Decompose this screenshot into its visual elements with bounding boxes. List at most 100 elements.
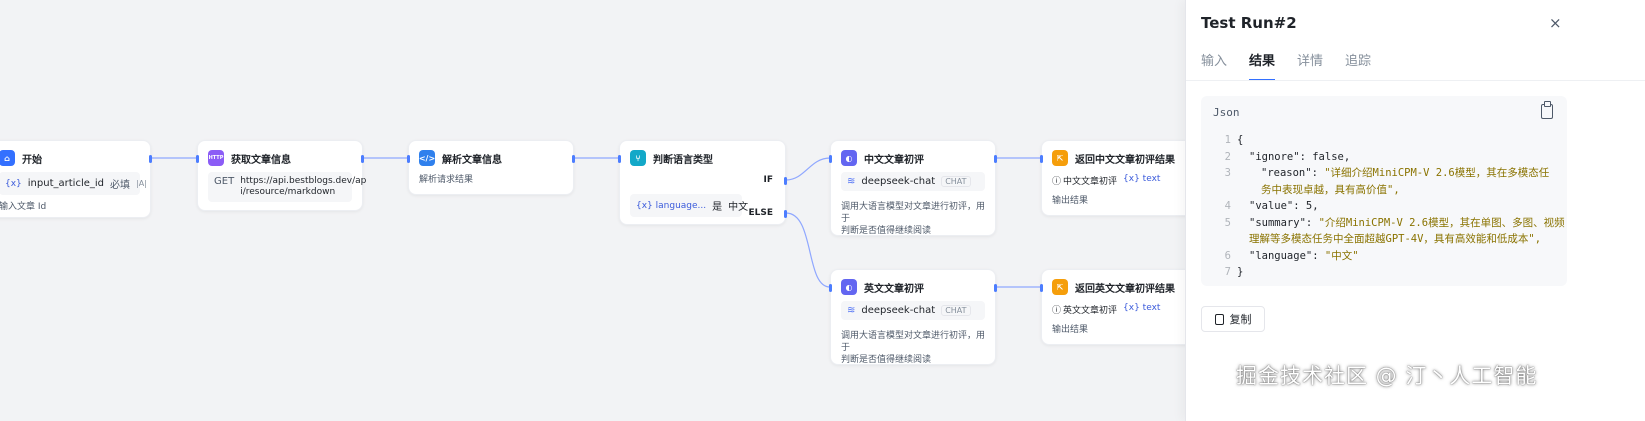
json-code: 1 { 2 "ignore": false, 3 "reason": "详细介绍… — [1201, 132, 1567, 281]
copy-button[interactable]: 复制 — [1201, 306, 1265, 332]
workflow-canvas[interactable]: ⌂ 开始 {x} input_article_id 必填 |A| 输入文章 Id… — [0, 0, 1245, 421]
output-port[interactable] — [572, 155, 575, 163]
json-value: 5, — [1305, 200, 1319, 212]
node-desc-line2: 判断是否值得继续阅读 — [841, 355, 932, 365]
input-port[interactable] — [829, 284, 832, 292]
tabs-divider — [1186, 80, 1645, 81]
line-number: 6 — [1224, 249, 1231, 262]
panel-tabs: 输入 结果 详情 追踪 — [1201, 50, 1371, 81]
tab-input[interactable]: 输入 — [1201, 50, 1227, 81]
http-method: GET — [214, 176, 235, 187]
json-key: "reason" — [1261, 167, 1312, 179]
node-desc: 输入文章 Id — [0, 202, 47, 212]
output-port[interactable] — [361, 155, 364, 163]
test-run-panel: Test Run#2 × 输入 结果 详情 追踪 Json 1 { 2 "ign… — [1185, 0, 1645, 421]
line-number: 2 — [1224, 150, 1231, 163]
node-title: 解析文章信息 — [442, 154, 502, 166]
node-title: 返回英文文章初评结果 — [1075, 283, 1175, 295]
type-tag: |A| — [136, 179, 147, 188]
output-port[interactable] — [994, 284, 997, 292]
branch-else-label: ELSE — [748, 208, 773, 218]
json-header: Json — [1213, 106, 1240, 119]
branch-if-label: IF — [763, 175, 774, 185]
http-url-line2: i/resource/markdown — [240, 187, 336, 197]
required-label: 必填 — [110, 180, 130, 191]
output-port[interactable] — [149, 155, 152, 163]
input-port[interactable] — [407, 155, 410, 163]
variable-icon: {x} — [5, 178, 22, 189]
llm-icon: ◐ — [841, 279, 857, 295]
variable-name: input_article_id — [27, 178, 104, 189]
model-chip: CHAT — [941, 305, 971, 316]
deepseek-icon: ≋ — [847, 305, 856, 316]
clipboard-icon[interactable] — [1541, 101, 1553, 119]
node-desc-line2: 判断是否值得继续阅读 — [841, 226, 932, 236]
node-en-review[interactable]: ◐ 英文文章初评 ≋ deepseek-chat CHAT 调用大语言模型对文章… — [829, 269, 997, 365]
output-port[interactable] — [994, 155, 997, 163]
json-key: "value" — [1249, 200, 1294, 212]
node-parse-article[interactable]: </> 解析文章信息 解析请求结果 — [407, 140, 575, 195]
condition-operator: 是 — [712, 202, 723, 213]
http-url-line1: https://api.bestblogs.dev/ap — [240, 176, 367, 186]
condition-variable: {x} language... — [636, 200, 707, 211]
input-port[interactable] — [1040, 155, 1043, 163]
line-number: 4 — [1224, 200, 1231, 212]
tab-result[interactable]: 结果 — [1249, 50, 1276, 81]
node-title: 判断语言类型 — [653, 154, 713, 166]
else-output-port[interactable] — [784, 210, 787, 218]
node-desc-line1: 调用大语言模型对文章进行初评，用于 — [841, 202, 986, 224]
node-title: 中文文章初评 — [864, 154, 924, 166]
node-title: 返回中文文章初评结果 — [1075, 154, 1175, 166]
input-port[interactable] — [829, 155, 832, 163]
deepseek-icon: ≋ — [847, 176, 856, 187]
node-start[interactable]: ⌂ 开始 {x} input_article_id 必填 |A| 输入文章 Id — [0, 140, 152, 218]
json-key: "summary" — [1249, 216, 1306, 229]
input-port[interactable] — [1040, 284, 1043, 292]
info-icon: ⓘ — [1052, 306, 1062, 316]
model-name: deepseek-chat — [861, 176, 936, 187]
input-port[interactable] — [196, 155, 199, 163]
if-output-port[interactable] — [784, 177, 787, 185]
return-icon: ⇱ — [1052, 279, 1068, 295]
watermark-text: 掘金技术社区 @ 汀丶人工智能 — [1236, 364, 1538, 388]
home-icon: ⌂ — [0, 150, 15, 166]
input-port[interactable] — [618, 155, 621, 163]
code-line: { — [1237, 134, 1244, 146]
json-key: "ignore" — [1249, 150, 1300, 163]
node-fetch-article[interactable]: HTTP 获取文章信息 GET https://api.bestblogs.de… — [196, 140, 367, 211]
output-variable: {x} text — [1123, 174, 1161, 184]
json-value: "中文" — [1324, 249, 1359, 262]
model-name: deepseek-chat — [861, 305, 936, 316]
json-key: "language" — [1249, 249, 1313, 262]
node-title: 英文文章初评 — [864, 283, 924, 295]
line-number: 1 — [1224, 134, 1231, 146]
code-icon: </> — [419, 150, 435, 166]
return-icon: ⇱ — [1052, 150, 1068, 166]
output-variable: {x} text — [1123, 303, 1161, 313]
code-line: } — [1237, 266, 1244, 278]
node-cn-review[interactable]: ◐ 中文文章初评 ≋ deepseek-chat CHAT 调用大语言模型对文章… — [829, 140, 997, 236]
copy-label: 复制 — [1229, 313, 1252, 326]
node-judge-language[interactable]: ⑂ 判断语言类型 IF {x} language... 是 中文 ELSE — [618, 140, 787, 225]
output-field: 中文文章初评 — [1063, 177, 1118, 187]
copy-icon — [1214, 313, 1224, 325]
model-chip: CHAT — [941, 176, 971, 187]
branch-icon: ⑂ — [630, 150, 646, 166]
node-title: 获取文章信息 — [231, 154, 291, 166]
info-icon: ⓘ — [1052, 177, 1062, 187]
line-number: 5 — [1224, 216, 1231, 229]
http-icon: HTTP — [208, 150, 224, 166]
llm-icon: ◐ — [841, 150, 857, 166]
line-number: 7 — [1224, 266, 1231, 278]
condition-value: 中文 — [728, 202, 749, 213]
tab-detail[interactable]: 详情 — [1297, 50, 1323, 81]
json-viewer: Json 1 { 2 "ignore": false, 3 "reason": … — [1201, 96, 1567, 286]
node-desc: 解析请求结果 — [419, 175, 474, 185]
close-icon[interactable]: × — [1549, 14, 1562, 32]
line-number: 3 — [1224, 167, 1231, 179]
edge-judge-cn — [785, 157, 831, 181]
json-value: false, — [1312, 150, 1351, 163]
panel-title: Test Run#2 — [1201, 14, 1297, 32]
edge-judge-en — [785, 212, 831, 288]
tab-trace[interactable]: 追踪 — [1345, 50, 1371, 81]
